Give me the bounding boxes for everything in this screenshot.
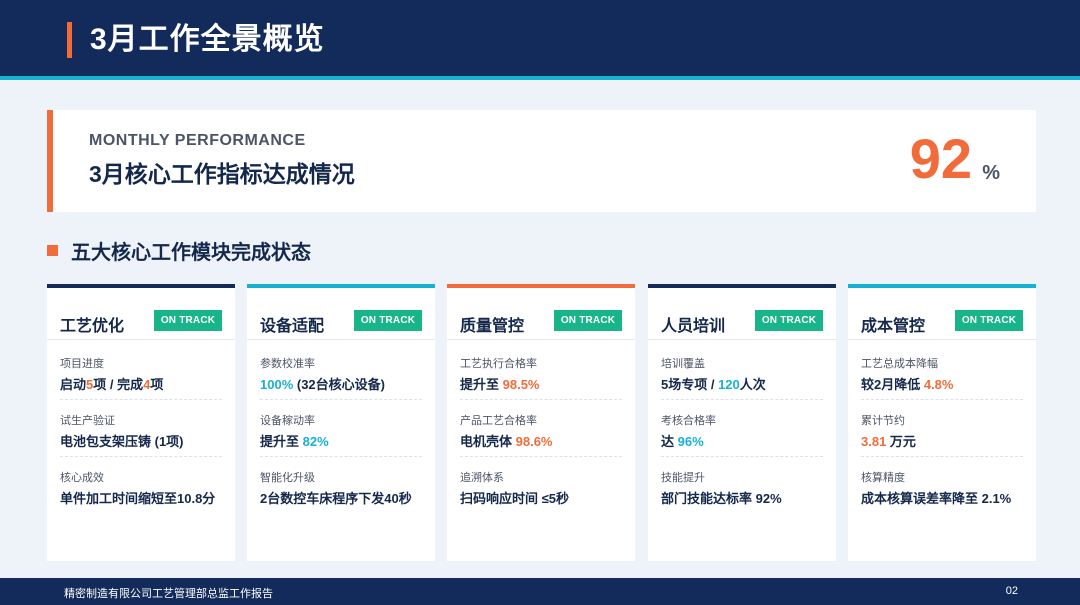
metric-item: 技能提升 部门技能达标率 92% [661,470,823,508]
metric-item: 参数校准率 100% (32台核心设备) [260,356,422,400]
metric-item: 追溯体系 扫码响应时间 ≤5秒 [460,470,622,508]
metric-value: 电池包支架压铸 (1项) [60,434,184,449]
metric-value: 部门技能达标率 92% [661,491,782,506]
module-name: 质量管控 [460,318,525,335]
status-badge: ON TRACK [354,310,422,331]
metric-value: 单件加工时间缩短至10.8分 [60,491,216,506]
metric-item: 考核合格率 达 96% [661,413,823,457]
metric-label: 产品工艺合格率 [460,415,537,427]
metric-label: 设备稼动率 [260,415,315,427]
metric-value: 3.81 万元 [861,434,916,449]
section-square-icon [47,244,58,256]
metric-value: 较2月降低 4.8% [861,377,954,392]
metric-value: 提升至 82% [260,434,329,449]
module-card-staff-training: 人员培训 ON TRACK 培训覆盖 5场专项 / 120人次 考核合格率 达 … [648,284,836,561]
metric-label: 累计节约 [861,415,905,427]
metric-label: 试生产验证 [60,415,115,427]
title-accent-bar [67,22,72,58]
status-badge: ON TRACK [554,310,622,331]
metric-item: 智能化升级 2台数控车床程序下发40秒 [260,470,422,508]
status-badge: ON TRACK [755,310,823,331]
metric-label: 参数校准率 [260,358,315,370]
metric-value: 5场专项 / 120人次 [661,377,766,392]
metric-item: 试生产验证 电池包支架压铸 (1项) [60,413,222,457]
metric-label: 考核合格率 [661,415,716,427]
footer-bar: 精密制造有限公司工艺管理部总监工作报告 02 [0,578,1080,605]
performance-kicker: MONTHLY PERFORMANCE [89,132,306,149]
performance-summary-card: MONTHLY PERFORMANCE 3月核心工作指标达成情况 92 % [47,110,1036,212]
metric-item: 工艺执行合格率 提升至 98.5% [460,356,622,400]
section-title: 五大核心工作模块完成状态 [71,241,311,264]
metric-label: 培训覆盖 [661,358,705,370]
performance-value: 92 [909,127,972,190]
footer-organization: 精密制造有限公司工艺管理部总监工作报告 [64,588,273,600]
metric-value: 成本核算误差率降至 2.1% [861,491,1012,506]
section-header: 五大核心工作模块完成状态 [47,236,311,264]
card-header: 质量管控 ON TRACK [447,288,635,340]
card-header: 人员培训 ON TRACK [648,288,836,340]
metric-value: 启动5项 / 完成4项 [60,377,164,392]
module-card-quality-control: 质量管控 ON TRACK 工艺执行合格率 提升至 98.5% 产品工艺合格率 … [447,284,635,561]
module-name: 成本管控 [861,318,926,335]
metric-value: 提升至 98.5% [460,377,540,392]
metric-item: 累计节约 3.81 万元 [861,413,1023,457]
metric-value: 电机壳体 98.6% [460,434,553,449]
metric-item: 产品工艺合格率 电机壳体 98.6% [460,413,622,457]
metric-label: 追溯体系 [460,472,504,484]
metric-label: 工艺执行合格率 [460,358,537,370]
metric-value: 达 96% [661,434,704,449]
metric-label: 项目进度 [60,358,104,370]
metric-value: 扫码响应时间 ≤5秒 [460,491,569,506]
metric-label: 工艺总成本降幅 [861,358,938,370]
card-header: 工艺优化 ON TRACK [47,288,235,340]
module-card-cost-control: 成本管控 ON TRACK 工艺总成本降幅 较2月降低 4.8% 累计节约 3.… [848,284,1036,561]
metric-value: 100% (32台核心设备) [260,377,385,392]
metric-label: 技能提升 [661,472,705,484]
page-title: 3月工作全景概览 [90,23,325,56]
metric-item: 核心成效 单件加工时间缩短至10.8分 [60,470,222,508]
module-name: 工艺优化 [60,318,125,335]
module-name: 设备适配 [260,318,325,335]
header-bar: 3月工作全景概览 [0,0,1080,80]
metric-item: 设备稼动率 提升至 82% [260,413,422,457]
module-name: 人员培训 [661,318,726,335]
status-badge: ON TRACK [154,310,222,331]
status-badge: ON TRACK [955,310,1023,331]
metric-item: 工艺总成本降幅 较2月降低 4.8% [861,356,1023,400]
module-cards: 工艺优化 ON TRACK 项目进度 启动5项 / 完成4项 试生产验证 电池包… [47,284,1036,561]
metric-item: 项目进度 启动5项 / 完成4项 [60,356,222,400]
module-card-equipment-adaptation: 设备适配 ON TRACK 参数校准率 100% (32台核心设备) 设备稼动率… [247,284,435,561]
metric-item: 核算精度 成本核算误差率降至 2.1% [861,470,1023,508]
metric-label: 核算精度 [861,472,905,484]
page-number: 02 [1005,585,1018,597]
metric-label: 核心成效 [60,472,104,484]
card-header: 成本管控 ON TRACK [848,288,1036,340]
metric-value: 2台数控车床程序下发40秒 [260,491,412,506]
metric-item: 培训覆盖 5场专项 / 120人次 [661,356,823,400]
performance-heading: 3月核心工作指标达成情况 [89,161,355,187]
module-card-process-optimization: 工艺优化 ON TRACK 项目进度 启动5项 / 完成4项 试生产验证 电池包… [47,284,235,561]
performance-unit: % [982,162,1000,184]
metric-label: 智能化升级 [260,472,315,484]
card-header: 设备适配 ON TRACK [247,288,435,340]
